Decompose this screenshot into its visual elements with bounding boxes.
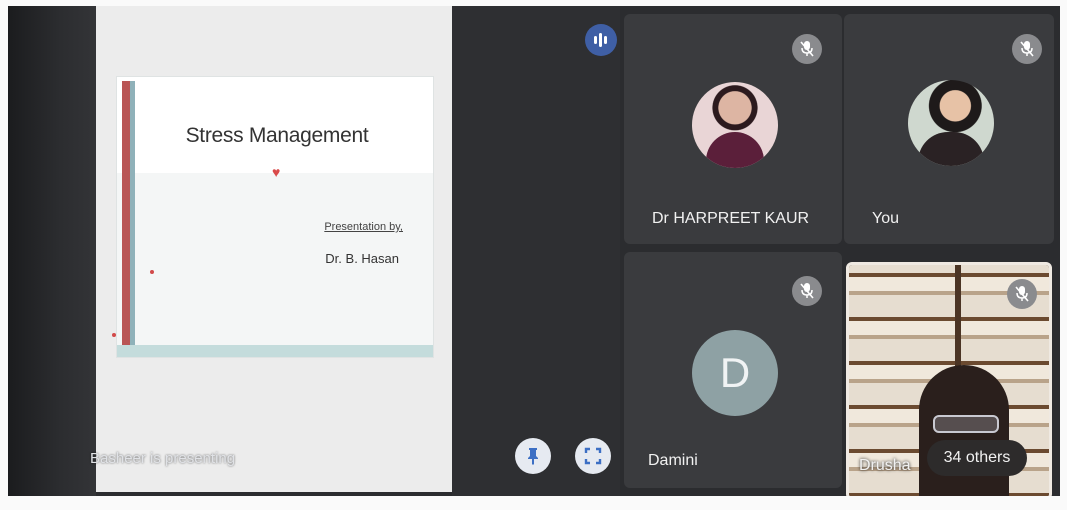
- participant-name: Drusha: [859, 457, 911, 474]
- avatar: [692, 82, 778, 168]
- slide-blue-bar: [130, 81, 135, 355]
- presenter-label: Basheer is presenting: [90, 450, 236, 467]
- participant-name: You: [872, 210, 899, 227]
- slide-dot: [112, 333, 116, 337]
- participant-tile[interactable]: Dr HARPREET KAUR: [624, 14, 842, 244]
- left-margin: [8, 6, 96, 496]
- presentation-panel[interactable]: Stress Management ♥ Presentation by, Dr.…: [96, 6, 452, 492]
- pin-icon: [528, 448, 538, 465]
- mic-off-icon: [792, 276, 822, 306]
- mic-off-icon: [1007, 279, 1037, 309]
- participant-tile[interactable]: You: [844, 14, 1054, 244]
- others-count-badge[interactable]: 34 others: [927, 440, 1027, 476]
- participant-name: Dr HARPREET KAUR: [652, 210, 810, 227]
- avatar: [908, 80, 994, 166]
- audio-level-icon: [585, 24, 617, 56]
- slide-author: Dr. B. Hasan: [325, 251, 399, 266]
- slide-red-bar: [122, 81, 130, 355]
- slide-title: Stress Management: [185, 124, 369, 147]
- presentation-slide: Stress Management ♥ Presentation by, Dr.…: [116, 76, 434, 358]
- pin-button[interactable]: [515, 438, 551, 474]
- slide-bottom-strip: [117, 345, 433, 357]
- participant-person: [919, 365, 1009, 496]
- fullscreen-icon: [584, 447, 602, 465]
- slide-presented-by: Presentation by,: [324, 221, 403, 233]
- participant-name: Damini: [648, 452, 698, 469]
- slide-dot: [150, 270, 154, 274]
- heart-icon: ♥: [272, 164, 281, 180]
- center-strip: [452, 6, 620, 496]
- letter-avatar: D: [692, 330, 778, 416]
- mic-off-icon: [792, 34, 822, 64]
- participant-tile[interactable]: D Damini: [624, 252, 842, 488]
- meeting-window: Stress Management ♥ Presentation by, Dr.…: [8, 6, 1060, 496]
- fullscreen-button[interactable]: [575, 438, 611, 474]
- mic-off-icon: [1012, 34, 1042, 64]
